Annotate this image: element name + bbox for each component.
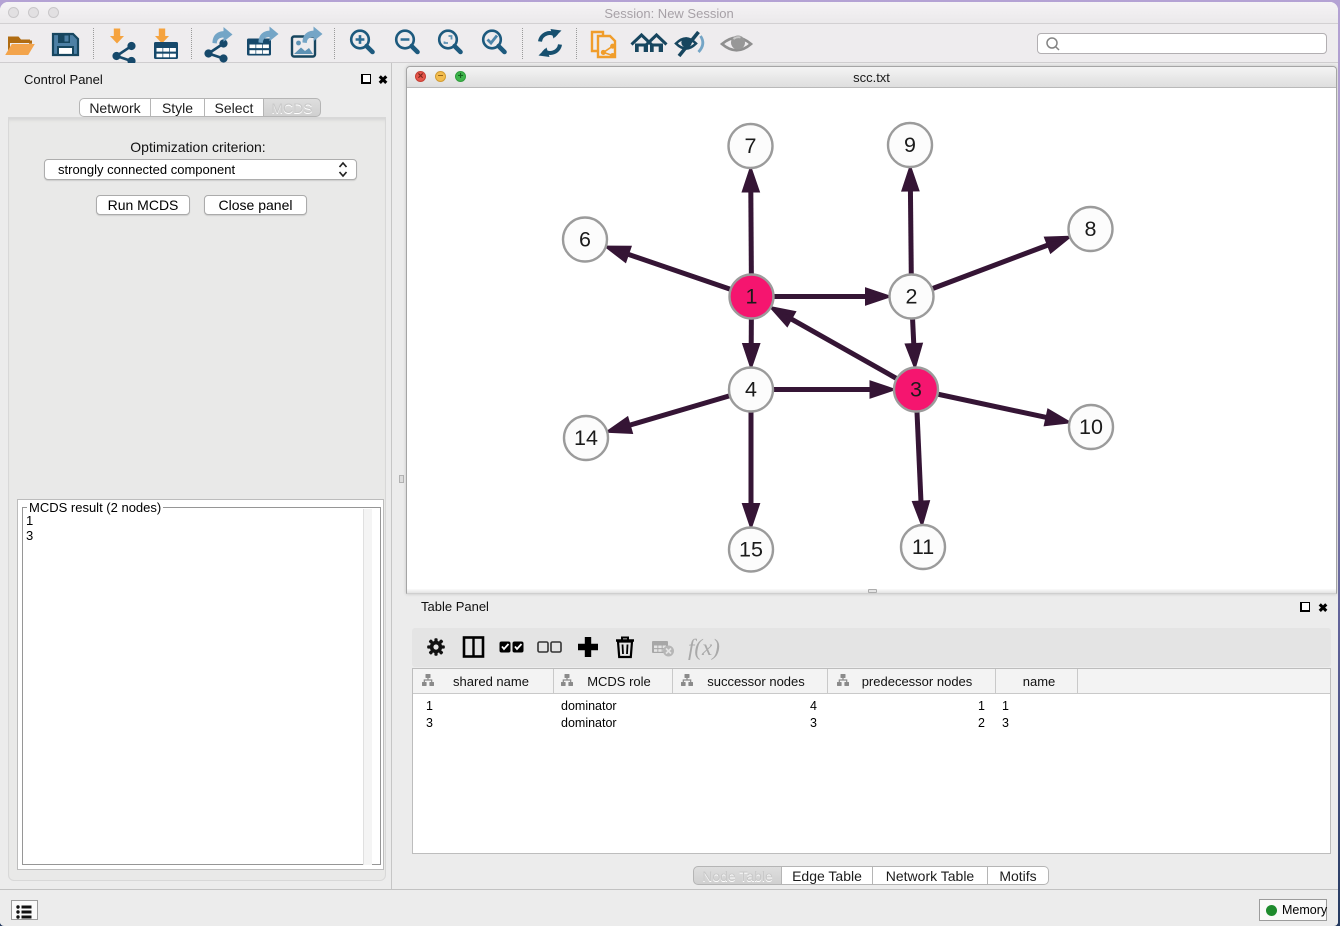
svg-text:11: 11 — [912, 535, 934, 559]
svg-text:15: 15 — [739, 538, 763, 562]
svg-text:predecessor nodes: predecessor nodes — [862, 674, 973, 689]
svg-text:successor nodes: successor nodes — [707, 674, 805, 689]
svg-text:10: 10 — [1079, 415, 1103, 439]
svg-text:3: 3 — [910, 378, 922, 402]
svg-text:8: 8 — [1085, 217, 1097, 241]
svg-text:MCDS role: MCDS role — [587, 674, 651, 689]
svg-text:1: 1 — [746, 285, 758, 309]
svg-text:7: 7 — [745, 134, 757, 158]
svg-text:2: 2 — [906, 285, 918, 309]
svg-text:f(x): f(x) — [688, 635, 720, 660]
svg-text:shared name: shared name — [453, 674, 529, 689]
svg-text:14: 14 — [574, 426, 598, 450]
svg-text:4: 4 — [745, 378, 757, 402]
svg-text:6: 6 — [579, 228, 591, 252]
svg-text:name: name — [1023, 674, 1056, 689]
svg-text:9: 9 — [904, 133, 916, 157]
